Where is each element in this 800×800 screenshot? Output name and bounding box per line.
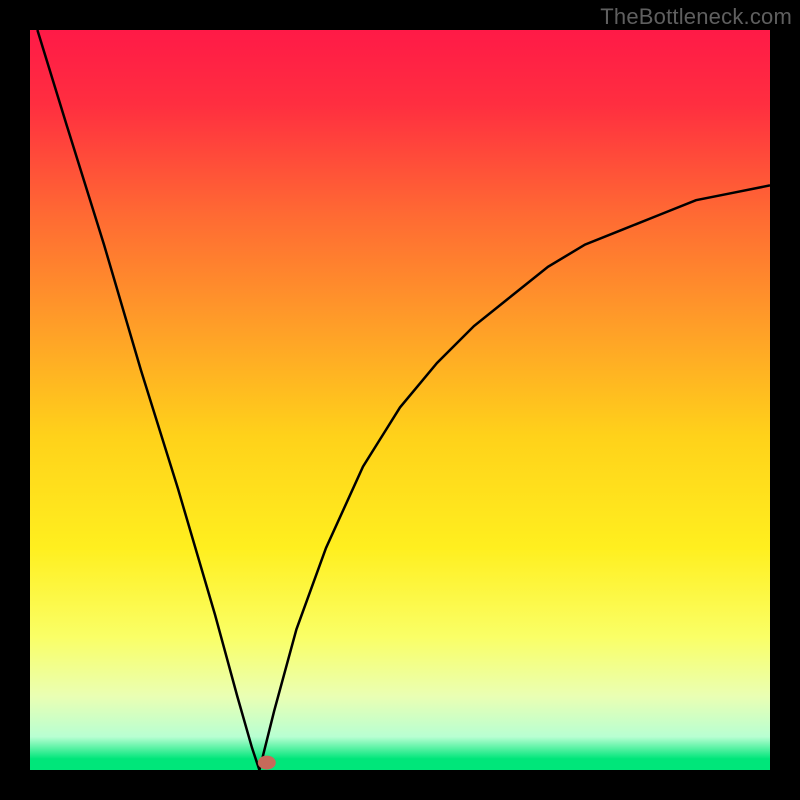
watermark-text: TheBottleneck.com bbox=[600, 4, 792, 30]
chart-frame: TheBottleneck.com bbox=[0, 0, 800, 800]
gradient-background bbox=[30, 30, 770, 770]
bottleneck-chart bbox=[30, 30, 770, 770]
optimum-marker bbox=[258, 756, 276, 770]
